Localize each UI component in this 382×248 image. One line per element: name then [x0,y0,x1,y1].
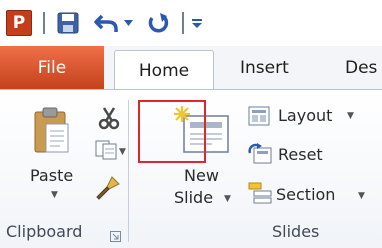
tab-home[interactable]: Home [114,50,214,91]
copy-dropdown-icon[interactable]: ▼ [119,147,126,157]
reset-icon [248,143,272,169]
tab-file[interactable]: File [0,46,104,90]
cut-icon[interactable] [97,106,121,134]
qat-separator [182,12,184,34]
paste-label: Paste [30,166,74,185]
new-slide-dropdown-icon[interactable]: ▼ [224,194,231,204]
clipboard-dialog-launcher-icon[interactable] [110,227,121,246]
section-dropdown-icon[interactable]: ▼ [358,191,365,201]
highlight-annotation-box [138,100,206,163]
save-icon[interactable] [55,10,81,36]
new-slide-label-line2: Slide [174,188,214,207]
slides-group-label: Slides [272,222,320,241]
customize-qat-icon[interactable] [190,10,204,36]
redo-icon[interactable] [146,10,172,36]
logo-letter: P [12,13,26,33]
paste-dropdown-icon[interactable]: ▼ [51,190,58,200]
reset-label: Reset [278,145,323,164]
quick-access-toolbar: P [0,0,382,46]
format-painter-icon[interactable] [95,175,121,205]
layout-dropdown-icon[interactable]: ▼ [347,111,354,121]
layout-label: Layout [278,106,333,125]
copy-icon[interactable] [95,140,119,164]
section-label: Section [276,185,336,204]
undo-dropdown-icon[interactable] [122,10,134,36]
paste-icon [32,106,72,160]
layout-icon [248,106,270,130]
undo-icon[interactable] [93,10,121,36]
powerpoint-logo-icon[interactable]: P [6,10,32,36]
tab-insert[interactable]: Insert [240,46,289,90]
ribbon-tabs: File Home Insert Des [0,46,382,91]
group-separator [128,100,129,242]
section-icon [248,182,272,208]
clipboard-group-label: Clipboard [6,222,83,241]
tab-design-partial[interactable]: Des [345,46,377,90]
qat-separator [43,12,45,34]
new-slide-label-line1: New [184,166,219,185]
